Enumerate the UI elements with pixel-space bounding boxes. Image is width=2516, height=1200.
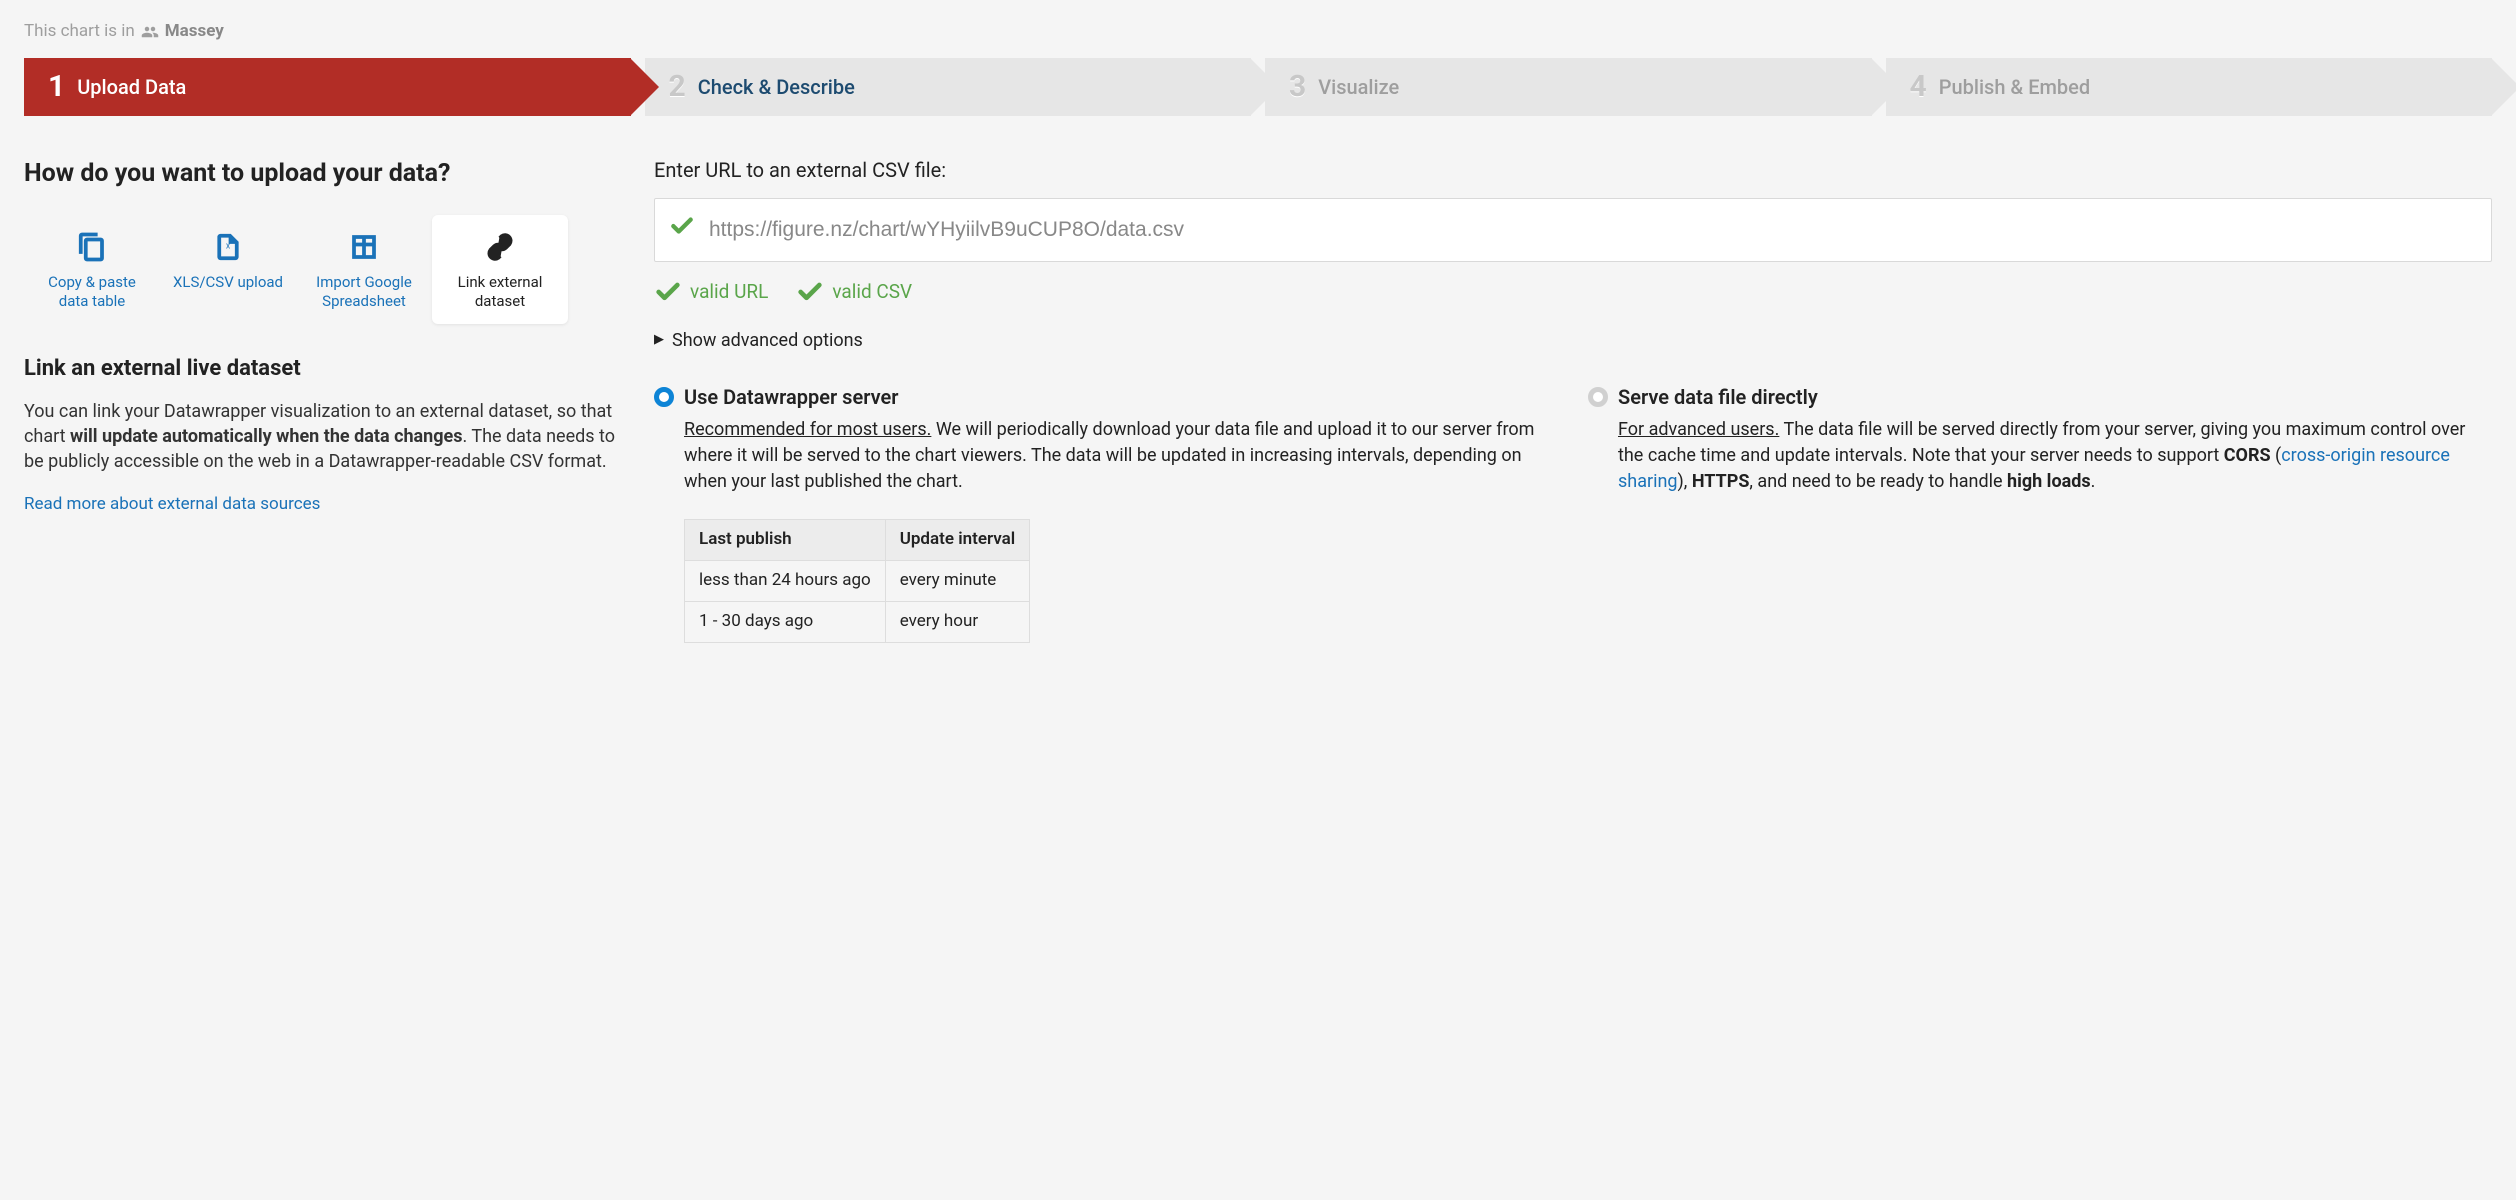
step-number: 3 [1289, 66, 1306, 108]
read-more-link[interactable]: Read more about external data sources [24, 494, 320, 514]
url-field-label: Enter URL to an external CSV file: [654, 156, 2492, 184]
radio-title: Serve data file directly [1618, 383, 1818, 411]
method-label: Link external dataset [440, 273, 560, 311]
svg-text:x: x [226, 241, 231, 251]
copy-paste-icon [32, 229, 152, 265]
radio-serve-data-directly[interactable]: Serve data file directly [1588, 383, 2492, 411]
triangle-icon: ▶ [654, 331, 664, 349]
upload-title: How do you want to upload your data? [24, 156, 624, 191]
table-header: Last publish [685, 520, 886, 561]
step-check-describe[interactable]: 2 Check & Describe [645, 58, 1252, 116]
radio-description: For advanced users. The data file will b… [1588, 417, 2492, 495]
valid-url-badge: valid URL [654, 278, 768, 306]
step-publish-embed[interactable]: 4 Publish & Embed [1886, 58, 2493, 116]
validation-row: valid URL valid CSV [654, 278, 2492, 306]
step-number: 4 [1910, 66, 1927, 108]
chart-location: This chart is in Massey [24, 20, 2492, 44]
wizard-steps: 1 Upload Data 2 Check & Describe 3 Visua… [24, 58, 2492, 116]
file-icon: x [168, 229, 288, 265]
url-input[interactable] [709, 218, 2475, 242]
method-label: XLS/CSV upload [168, 273, 288, 292]
check-icon [669, 213, 695, 247]
table-row: less than 24 hours ago every minute [685, 561, 1030, 602]
team-name[interactable]: Massey [165, 20, 224, 44]
method-copy-paste[interactable]: Copy & paste data table [24, 215, 160, 325]
method-xls-csv[interactable]: x XLS/CSV upload [160, 215, 296, 325]
chart-location-prefix: This chart is in [24, 20, 135, 44]
method-label: Import Google Spreadsheet [304, 273, 424, 311]
method-label: Copy & paste data table [32, 273, 152, 311]
step-number: 1 [48, 66, 65, 108]
radio-icon [654, 387, 674, 407]
step-label: Publish & Embed [1939, 73, 2090, 101]
check-icon [796, 278, 824, 306]
spreadsheet-icon [304, 229, 424, 265]
valid-csv-badge: valid CSV [796, 278, 912, 306]
radio-use-datawrapper-server[interactable]: Use Datawrapper server [654, 383, 1558, 411]
step-number: 2 [669, 66, 686, 108]
method-link-external[interactable]: Link external dataset [432, 215, 568, 325]
table-header: Update interval [885, 520, 1030, 561]
team-icon [141, 20, 159, 44]
url-input-wrapper[interactable] [654, 198, 2492, 262]
link-dataset-description: You can link your Datawrapper visualizat… [24, 399, 624, 475]
update-interval-table: Last publish Update interval less than 2… [684, 519, 1030, 642]
step-label: Check & Describe [698, 73, 855, 101]
radio-title: Use Datawrapper server [684, 383, 898, 411]
step-label: Upload Data [77, 73, 186, 101]
option-serve-directly: Serve data file directly For advanced us… [1588, 383, 2492, 643]
method-google-sheet[interactable]: Import Google Spreadsheet [296, 215, 432, 325]
step-upload-data[interactable]: 1 Upload Data [24, 58, 631, 116]
table-row: 1 - 30 days ago every hour [685, 601, 1030, 642]
step-label: Visualize [1318, 73, 1399, 101]
upload-method-tabs: Copy & paste data table x XLS/CSV upload… [24, 215, 624, 325]
advanced-options-toggle[interactable]: ▶ Show advanced options [654, 328, 2492, 353]
option-datawrapper-server: Use Datawrapper server Recommended for m… [654, 383, 1558, 643]
radio-description: Recommended for most users. We will peri… [654, 417, 1558, 495]
check-icon [654, 278, 682, 306]
radio-icon [1588, 387, 1608, 407]
link-icon [440, 229, 560, 265]
step-visualize[interactable]: 3 Visualize [1265, 58, 1872, 116]
link-dataset-title: Link an external live dataset [24, 354, 624, 385]
